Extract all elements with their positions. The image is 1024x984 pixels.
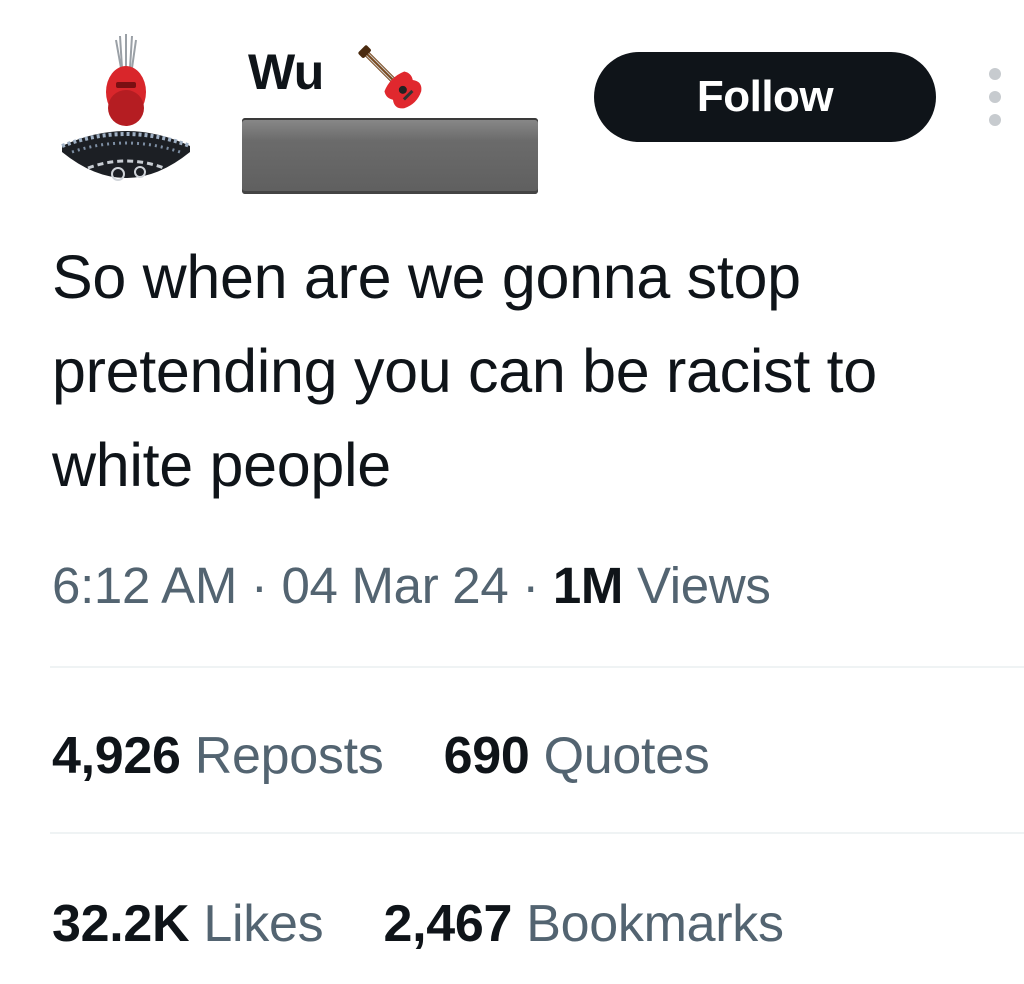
- tweet-date[interactable]: 04 Mar 24: [281, 557, 508, 614]
- tweet-meta: 6:12 AM · 04 Mar 24 · 1M Views: [52, 552, 771, 620]
- divider: [50, 666, 1024, 668]
- bookmarks-count: 2,467: [383, 895, 513, 953]
- more-options-icon[interactable]: [982, 68, 1008, 126]
- stats-row-reposts-quotes: 4,926 Reposts 690 Quotes: [52, 722, 756, 790]
- reposts-count: 4,926: [52, 727, 181, 785]
- tweet-text: So when are we gonna stop pretending you…: [52, 243, 877, 499]
- stats-row-likes-bookmarks: 32.2K Likes 2,467 Bookmarks: [52, 890, 830, 958]
- meta-separator: ·: [250, 557, 268, 614]
- quotes-label: Quotes: [543, 727, 710, 785]
- reposts-label: Reposts: [194, 727, 384, 785]
- likes-stat[interactable]: 32.2K Likes: [52, 890, 324, 958]
- likes-count: 32.2K: [52, 895, 190, 953]
- handle-redaction: [242, 118, 538, 194]
- meta-separator: ·: [522, 557, 539, 614]
- divider: [50, 832, 1024, 834]
- bookmarks-label: Bookmarks: [526, 895, 784, 953]
- quotes-count: 690: [443, 727, 530, 785]
- display-name[interactable]: Wu: [248, 42, 324, 102]
- quotes-stat[interactable]: 690 Quotes: [444, 722, 710, 790]
- guitar-icon: [358, 45, 422, 109]
- bookmarks-stat[interactable]: 2,467 Bookmarks: [383, 890, 783, 958]
- follow-button[interactable]: Follow: [594, 52, 936, 142]
- tweet-time[interactable]: 6:12 AM: [52, 557, 237, 614]
- likes-label: Likes: [203, 895, 324, 953]
- views-count: 1M: [552, 557, 624, 614]
- avatar[interactable]: [58, 34, 192, 188]
- reposts-stat[interactable]: 4,926 Reposts: [52, 722, 384, 790]
- views-label: Views: [636, 557, 771, 614]
